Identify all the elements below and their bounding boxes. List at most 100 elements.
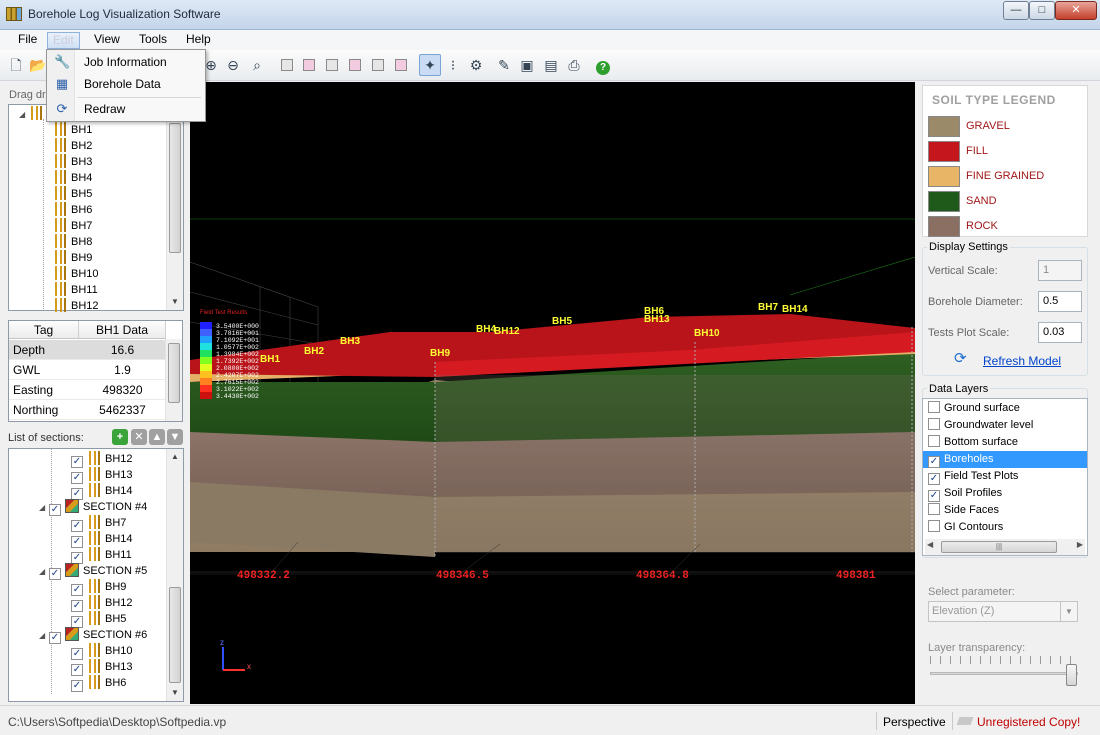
layer-item[interactable]: Ground surface [923, 400, 1087, 417]
minimize-button[interactable]: — [1003, 1, 1029, 20]
view-cube-side-icon[interactable] [321, 54, 343, 76]
borehole-diameter-input[interactable]: 0.5 [1038, 291, 1082, 312]
slider-handle[interactable] [1066, 664, 1077, 686]
menu-tools[interactable]: Tools [134, 32, 172, 49]
menu-edit[interactable]: Edit [47, 32, 80, 49]
layers-tool-icon[interactable]: ⁝ [442, 54, 464, 76]
layer-item[interactable]: Side Faces [923, 502, 1087, 519]
borehole-label[interactable]: BH1 [260, 354, 280, 365]
column-header-value[interactable]: BH1 Data [79, 321, 166, 339]
borehole-label[interactable]: BH12 [494, 326, 520, 337]
tree-item-borehole[interactable]: ✓ BH11 [71, 547, 132, 564]
tree-item-borehole[interactable]: BH1 [53, 122, 92, 138]
view-cube-back-icon[interactable] [344, 54, 366, 76]
layer-transparency-slider[interactable] [930, 656, 1078, 692]
menu-item-job-information[interactable]: 🔧 Job Information [49, 51, 203, 73]
checkbox[interactable]: ✓ [49, 504, 61, 516]
help-icon[interactable]: ? [592, 54, 614, 76]
3d-viewport[interactable]: Field Test Results 3.5400E+000 3.7816E+00… [190, 82, 915, 704]
layer-checkbox[interactable] [928, 503, 940, 515]
layer-checkbox[interactable] [928, 435, 940, 447]
move-up-button[interactable]: ▲ [149, 429, 165, 445]
layer-checkbox[interactable] [928, 520, 940, 532]
checkbox[interactable]: ✓ [49, 632, 61, 644]
parameter-select[interactable]: Elevation (Z) ▼ [928, 601, 1078, 622]
checkbox[interactable]: ✓ [49, 568, 61, 580]
property-tag[interactable]: Easting [9, 380, 79, 400]
tests-plot-scale-input[interactable]: 0.03 [1038, 322, 1082, 343]
delete-section-button[interactable]: ✕ [131, 429, 147, 445]
property-value[interactable]: 498320 [79, 380, 166, 400]
close-button[interactable]: ✕ [1055, 1, 1097, 20]
tree-item-borehole[interactable]: BH11 [53, 282, 98, 298]
layer-checkbox[interactable] [928, 401, 940, 413]
sections-scrollbar[interactable]: ▲ ▼ [166, 449, 183, 701]
layer-checkbox[interactable]: ✓ [928, 473, 940, 485]
tree-item-borehole[interactable]: ✓ BH12 [71, 595, 133, 612]
tree-item-borehole[interactable]: BH10 [53, 266, 99, 282]
view-cube-front-icon[interactable] [298, 54, 320, 76]
tree-item-borehole[interactable]: ✓ BH9 [71, 579, 126, 596]
registration-status[interactable]: Unregistered Copy! [977, 715, 1080, 729]
property-value[interactable]: 5462337 [79, 400, 166, 420]
view-cube-top-icon[interactable] [276, 54, 298, 76]
menu-help[interactable]: Help [181, 32, 216, 49]
menu-item-borehole-data[interactable]: ▦ Borehole Data [49, 73, 203, 95]
tree-item-borehole[interactable]: BH6 [53, 202, 92, 218]
layer-checkbox[interactable]: ✓ [928, 456, 940, 468]
refresh-icon[interactable]: ⟳ [954, 351, 970, 367]
tree-item-borehole[interactable]: BH12 [53, 298, 99, 314]
layer-item[interactable]: ✓ Boreholes [923, 451, 1087, 468]
borehole-label[interactable]: BH14 [782, 304, 808, 315]
tree-item-section[interactable]: ◢ ✓ SECTION #5 [39, 563, 147, 580]
add-section-button[interactable]: + [112, 429, 128, 445]
view-cube-iso-icon[interactable] [390, 54, 412, 76]
layer-item[interactable]: ✓ Field Test Plots [923, 468, 1087, 485]
column-header-tag[interactable]: Tag [9, 321, 79, 339]
tree-item-borehole[interactable]: ✓ BH6 [71, 675, 126, 692]
tree-item-borehole[interactable]: BH3 [53, 154, 92, 170]
tree-item-borehole[interactable]: ✓ BH13 [71, 467, 133, 484]
property-tag[interactable]: GWL [9, 360, 79, 380]
property-tag[interactable]: Northing [9, 400, 79, 420]
tree-item-section[interactable]: ◢ ✓ SECTION #6 [39, 627, 147, 644]
borehole-label[interactable]: BH9 [430, 348, 450, 359]
tree-item-borehole[interactable]: ✓ BH5 [71, 611, 126, 628]
tree-item-borehole[interactable]: BH5 [53, 186, 92, 202]
borehole-label[interactable]: BH13 [644, 314, 670, 325]
tree-scrollbar[interactable]: ▲ ▼ [166, 105, 183, 310]
layer-checkbox[interactable] [928, 418, 940, 430]
layers-hscrollbar[interactable]: ◀ ||| ▶ [925, 539, 1085, 555]
tree-item-borehole[interactable]: ✓ BH7 [71, 515, 126, 532]
borehole-label[interactable]: BH10 [694, 328, 720, 339]
zoom-out-icon[interactable]: ⊖ [222, 54, 244, 76]
maximize-button[interactable]: □ [1029, 1, 1055, 20]
layer-item[interactable]: GI Contours [923, 519, 1087, 536]
view-cube-left-icon[interactable] [367, 54, 389, 76]
new-file-icon[interactable]: 🗋 [5, 54, 27, 76]
menu-file[interactable]: File [13, 32, 42, 49]
checkbox[interactable]: ✓ [71, 680, 83, 692]
menu-view[interactable]: View [89, 32, 125, 49]
table-scrollbar[interactable] [165, 339, 182, 421]
borehole-label[interactable]: BH3 [340, 336, 360, 347]
tree-item-borehole[interactable]: BH9 [53, 250, 92, 266]
tree-item-borehole[interactable]: BH2 [53, 138, 92, 154]
refresh-model-link[interactable]: Refresh Model [983, 354, 1061, 368]
layer-item[interactable]: Bottom surface [923, 434, 1087, 451]
tree-item-borehole[interactable]: ✓ BH13 [71, 659, 133, 676]
property-tag[interactable]: Depth [9, 340, 79, 360]
property-value[interactable]: 16.6 [79, 340, 166, 360]
borehole-label[interactable]: BH7 [758, 302, 778, 313]
move-down-button[interactable]: ▼ [167, 429, 183, 445]
tree-item-borehole[interactable]: BH7 [53, 218, 92, 234]
3d-scene[interactable]: Field Test Results 3.5400E+0003.7816E+00… [190, 82, 915, 704]
zoom-fit-icon[interactable]: ⌕ [246, 54, 268, 76]
settings-gear-icon[interactable]: ⚙ [465, 54, 487, 76]
tree-item-borehole[interactable]: BH4 [53, 170, 92, 186]
borehole-label[interactable]: BH2 [304, 346, 324, 357]
property-value[interactable]: 1.9 [79, 360, 166, 380]
print-icon[interactable]: ⎙ [563, 54, 585, 76]
tree-item-borehole[interactable]: ✓ BH10 [71, 643, 133, 660]
layer-checkbox[interactable]: ✓ [928, 490, 940, 502]
